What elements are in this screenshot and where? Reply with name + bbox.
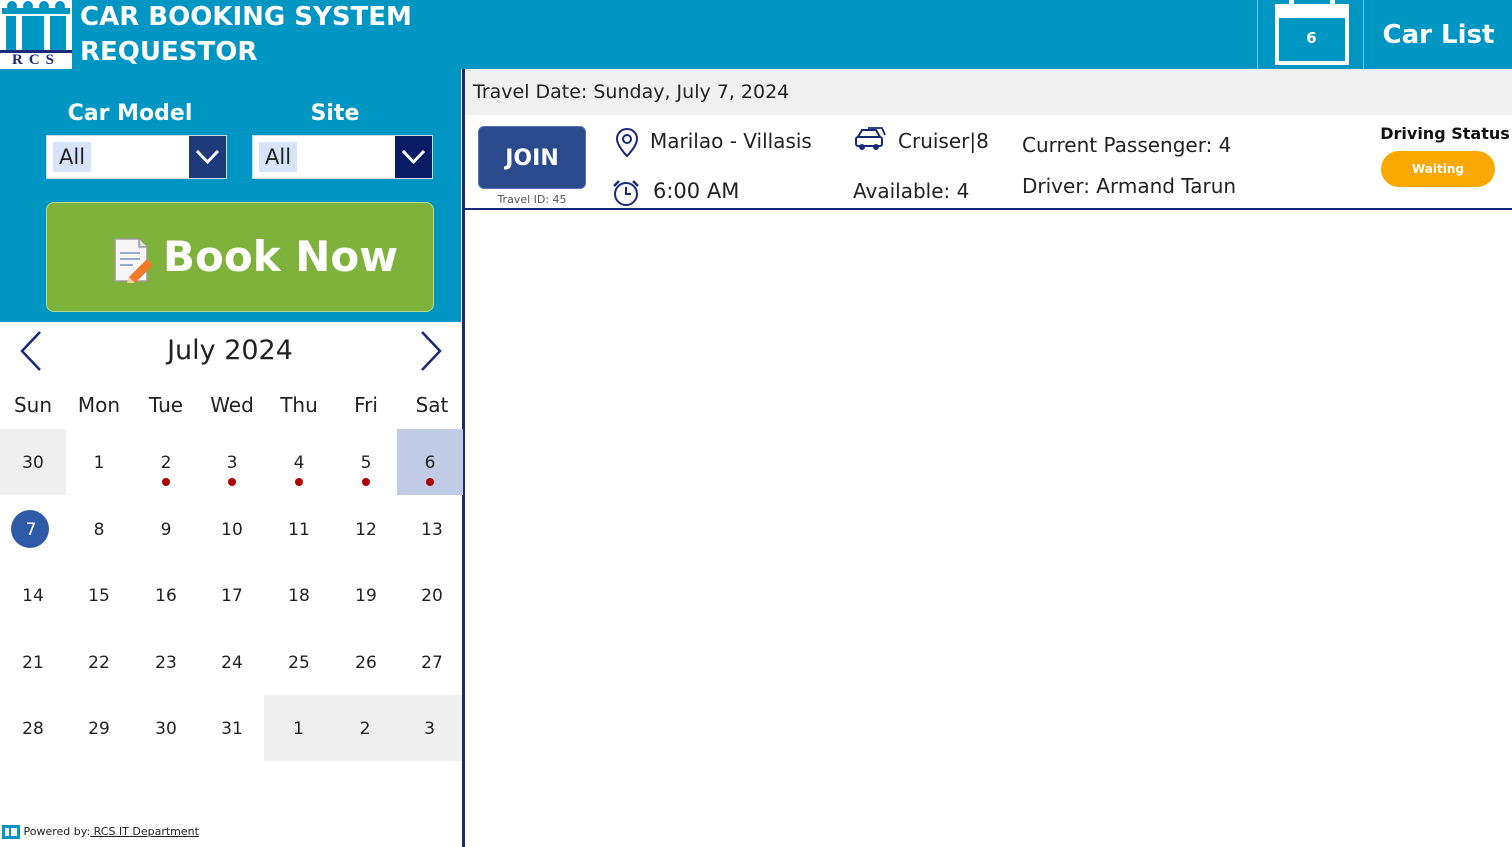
car-model-dropdown[interactable]: All	[46, 135, 227, 179]
chevron-down-icon[interactable]	[395, 136, 432, 178]
calendar-day[interactable]: 3	[397, 695, 462, 761]
app-title-line2: REQUESTOR	[80, 37, 258, 67]
calendar-day[interactable]: 21	[0, 629, 66, 695]
calendar-day-selected[interactable]: 6	[397, 429, 463, 495]
powered-by-footer: Powered by: RCS IT Department	[2, 823, 199, 841]
chevron-down-icon[interactable]	[189, 136, 226, 178]
calendar-day[interactable]: 14	[0, 562, 66, 628]
calendar-day[interactable]: 18	[266, 562, 332, 628]
calendar-day[interactable]: 12	[333, 496, 399, 562]
travel-id: Travel ID: 45	[497, 193, 567, 206]
calendar-day[interactable]: 2	[333, 695, 397, 761]
logo-text: RCS	[11, 52, 60, 68]
calendar-day[interactable]: 25	[266, 629, 332, 695]
calendar-day[interactable]: 24	[199, 629, 265, 695]
route-label: Marilao - Villasis	[650, 129, 812, 153]
weekday-label: Mon	[77, 393, 121, 417]
event-dot	[295, 478, 303, 486]
driver-name: Driver: Armand Tarun	[1022, 174, 1237, 198]
prev-month-button[interactable]	[16, 330, 48, 372]
calendar-day[interactable]: 26	[333, 629, 399, 695]
weekday-label: Sat	[415, 393, 449, 417]
calendar-day[interactable]: 19	[333, 562, 399, 628]
calendar-day[interactable]: 23	[133, 629, 199, 695]
weekday-label: Sun	[13, 393, 53, 417]
calendar-button[interactable]: 6	[1257, 0, 1364, 69]
car-model-label: Car Model	[67, 101, 193, 126]
current-passenger: Current Passenger: 4	[1022, 133, 1232, 157]
site-label: Site	[310, 101, 360, 126]
filter-panel: Car Model Site All All Book Now	[0, 69, 461, 322]
calendar-day[interactable]: 2	[133, 429, 199, 495]
calendar-day[interactable]: 29	[66, 695, 132, 761]
calendar-day[interactable]: 8	[66, 496, 132, 562]
travel-time: 6:00 AM	[653, 179, 740, 203]
location-pin-icon	[615, 127, 639, 158]
calendar-day[interactable]: 13	[399, 496, 465, 562]
app-title-line1: CAR BOOKING SYSTEM	[80, 2, 412, 32]
travel-date-bar: Travel Date: Sunday, July 7, 2024	[465, 69, 1512, 115]
travel-date-label: Travel Date: Sunday, July 7, 2024	[473, 81, 790, 103]
car-list-button[interactable]: Car List	[1365, 0, 1512, 69]
trip-card: JOIN Travel ID: 45 Marilao - Villasis 6:…	[465, 115, 1512, 210]
calendar-month-label: July 2024	[167, 335, 293, 366]
calendar-day[interactable]: 22	[66, 629, 132, 695]
weekday-label: Thu	[280, 393, 318, 417]
next-month-button[interactable]	[414, 330, 446, 372]
event-dot	[162, 478, 170, 486]
chevron-left-icon	[20, 331, 41, 371]
rcs-mini-logo-icon	[2, 825, 20, 839]
book-now-label: Book Now	[163, 232, 399, 281]
calendar-day[interactable]: 1	[264, 695, 333, 761]
calendar-day[interactable]: 10	[199, 496, 265, 562]
car-model-capacity: Cruiser|8	[898, 129, 989, 153]
calendar-day[interactable]: 17	[199, 562, 265, 628]
app-title: CAR BOOKING SYSTEM REQUESTOR	[80, 0, 412, 70]
calendar-day[interactable]: 16	[133, 562, 199, 628]
calendar-day[interactable]: 9	[133, 496, 199, 562]
calendar-day[interactable]: 15	[66, 562, 132, 628]
calendar-day-number: 6	[1306, 29, 1317, 47]
driving-status-badge: Waiting	[1381, 151, 1495, 187]
calendar-day[interactable]: 4	[266, 429, 332, 495]
driving-status-title: Driving Status	[1380, 124, 1510, 143]
calendar-day[interactable]: 1	[66, 429, 132, 495]
calendar-day[interactable]: 27	[399, 629, 465, 695]
calendar-day[interactable]: 20	[399, 562, 465, 628]
powered-by-label: Powered by:	[23, 825, 91, 838]
event-dot	[228, 478, 236, 486]
alarm-clock-icon	[613, 180, 639, 206]
calendar-day[interactable]: 30	[133, 695, 199, 761]
weekday-label: Wed	[210, 393, 254, 417]
it-department-link[interactable]: RCS IT Department	[90, 825, 199, 838]
memo-pencil-icon	[114, 238, 153, 283]
weekday-label: Fri	[354, 393, 378, 417]
join-button[interactable]: JOIN	[478, 126, 586, 189]
event-dot	[426, 478, 434, 486]
site-value: All	[259, 142, 298, 172]
calendar-day[interactable]: 30	[0, 429, 66, 495]
car-icon	[855, 127, 886, 150]
available-seats: Available: 4	[853, 179, 970, 203]
calendar-day[interactable]: 31	[199, 695, 265, 761]
app-header: RCS CAR BOOKING SYSTEM REQUESTOR 6 Car L…	[0, 0, 1512, 69]
rcs-logo: RCS	[0, 0, 72, 69]
weekday-label: Tue	[148, 393, 184, 417]
chevron-right-icon	[421, 331, 442, 371]
calendar-day[interactable]: 5	[333, 429, 399, 495]
event-dot	[362, 478, 370, 486]
book-now-button[interactable]: Book Now	[46, 202, 434, 312]
calendar-day[interactable]: 3	[199, 429, 265, 495]
calendar-day[interactable]: 28	[0, 695, 66, 761]
site-dropdown[interactable]: All	[252, 135, 433, 179]
calendar-day[interactable]: 11	[266, 496, 332, 562]
calendar-day-today[interactable]: 7	[0, 496, 66, 562]
car-model-value: All	[53, 142, 92, 172]
